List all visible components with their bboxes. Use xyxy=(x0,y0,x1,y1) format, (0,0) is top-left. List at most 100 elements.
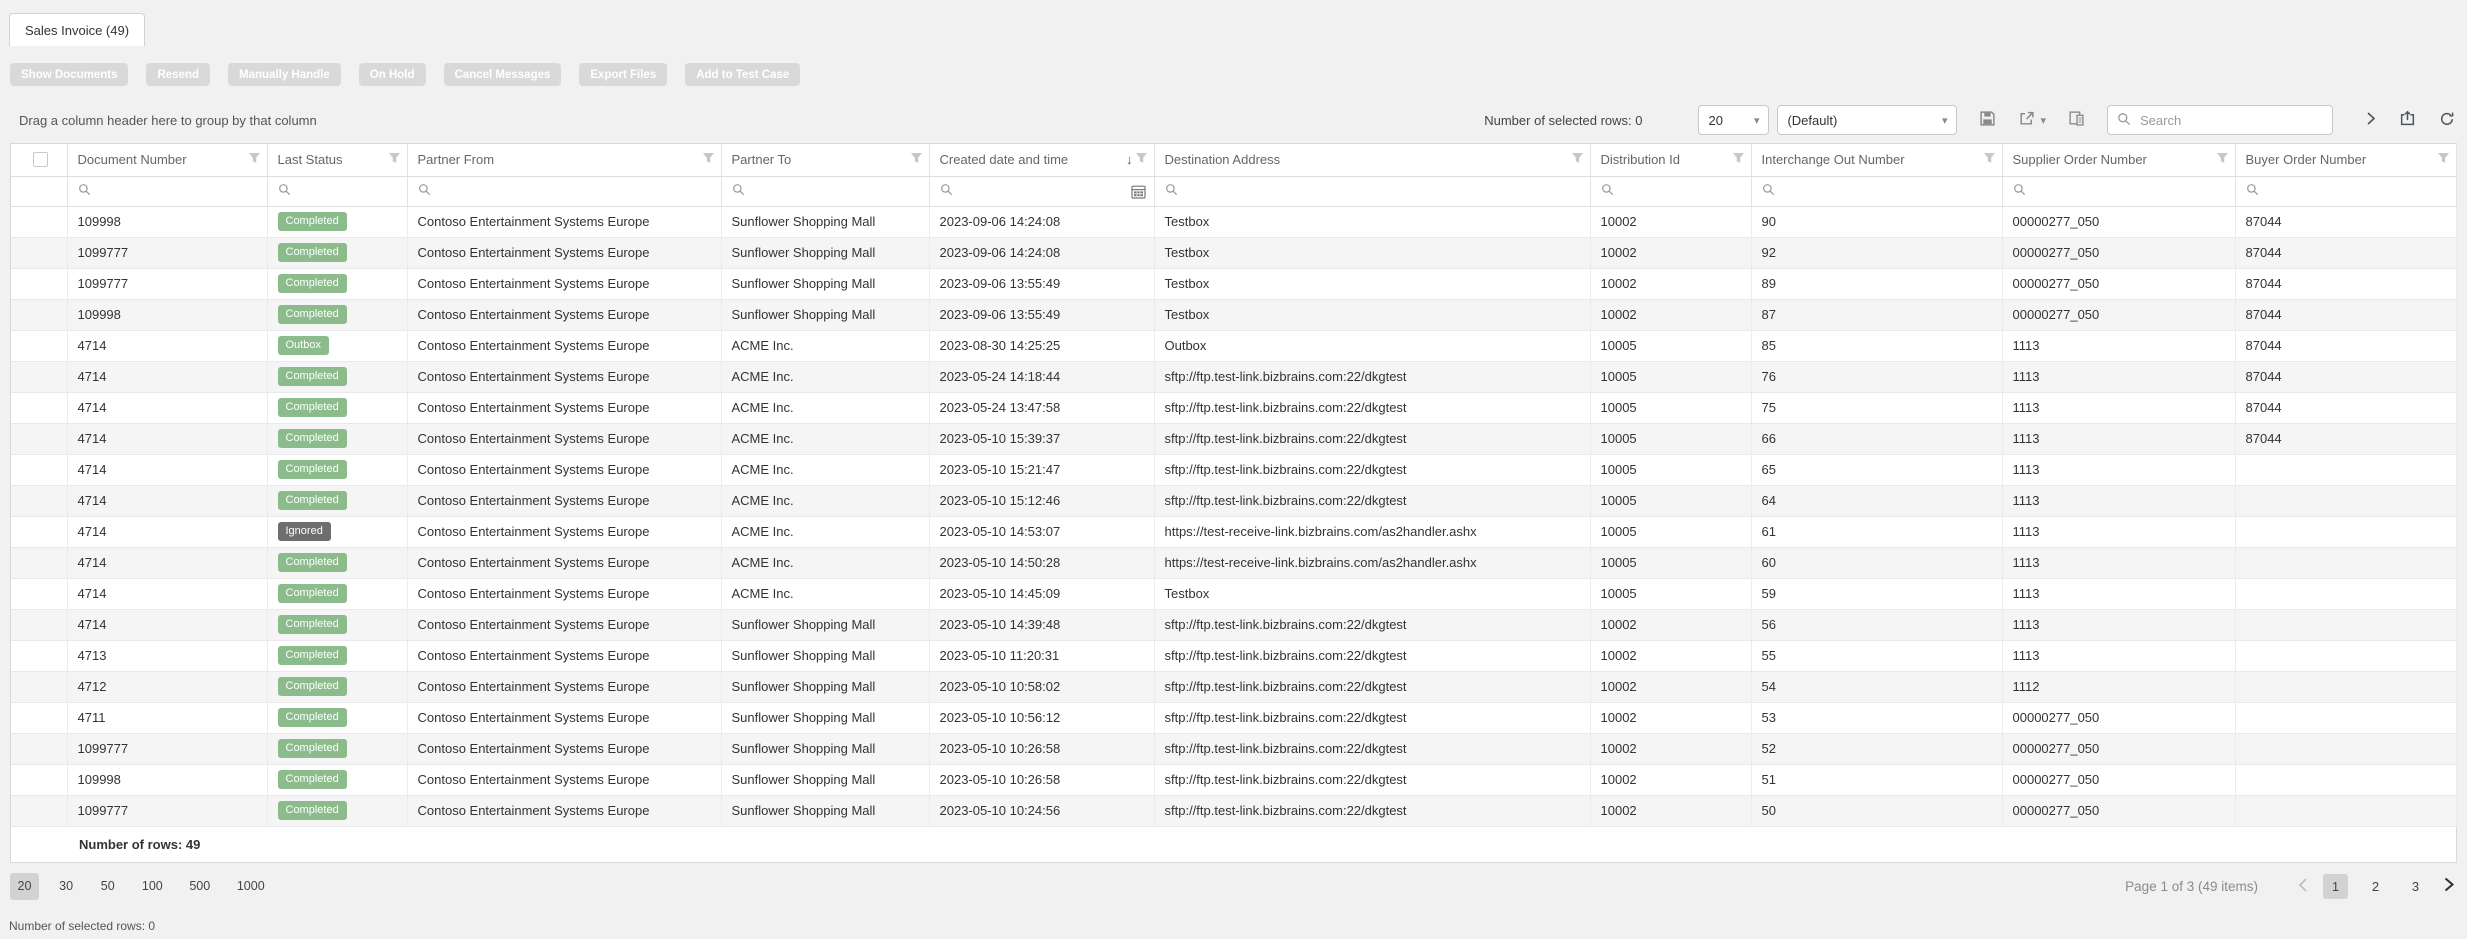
column-header-created-date[interactable]: Created date and time↓ xyxy=(929,144,1154,176)
table-row[interactable]: 4714OutboxContoso Entertainment Systems … xyxy=(11,330,2456,361)
page-size-button-30[interactable]: 30 xyxy=(52,873,81,900)
filter-input-destination-address[interactable] xyxy=(1184,183,1582,200)
select-all-checkbox[interactable] xyxy=(33,152,48,167)
filter-input-document-number[interactable] xyxy=(97,183,259,200)
row-select-cell[interactable] xyxy=(11,299,67,330)
filter-funnel-icon[interactable] xyxy=(388,152,401,167)
table-row[interactable]: 1099777CompletedContoso Entertainment Sy… xyxy=(11,795,2456,826)
column-header-last-status[interactable]: Last Status xyxy=(267,144,407,176)
page-size-button-100[interactable]: 100 xyxy=(135,873,170,900)
row-select-cell[interactable] xyxy=(11,764,67,795)
filter-input-interchange-out-number[interactable] xyxy=(1781,183,1994,200)
search-input[interactable] xyxy=(2138,112,2323,129)
row-select-cell[interactable] xyxy=(11,423,67,454)
tab-sales-invoice[interactable]: Sales Invoice (49) xyxy=(9,13,145,46)
filter-funnel-icon[interactable] xyxy=(1571,152,1584,167)
table-row[interactable]: 4711CompletedContoso Entertainment Syste… xyxy=(11,702,2456,733)
row-select-cell[interactable] xyxy=(11,547,67,578)
filter-cell-distribution-id[interactable] xyxy=(1590,176,1751,206)
column-header-partner-from[interactable]: Partner From xyxy=(407,144,721,176)
row-select-cell[interactable] xyxy=(11,485,67,516)
export-button[interactable]: ▾ xyxy=(2018,110,2046,130)
add-to-test-case-button[interactable]: Add to Test Case xyxy=(685,63,800,86)
save-layout-button[interactable] xyxy=(1979,110,1996,130)
row-select-cell[interactable] xyxy=(11,702,67,733)
on-hold-button[interactable]: On Hold xyxy=(359,63,426,86)
table-row[interactable]: 4714CompletedContoso Entertainment Syste… xyxy=(11,485,2456,516)
table-row[interactable]: 4714CompletedContoso Entertainment Syste… xyxy=(11,609,2456,640)
filter-cell-last-status[interactable] xyxy=(267,176,407,206)
filter-input-partner-to[interactable] xyxy=(751,183,921,200)
filter-cell-partner-to[interactable] xyxy=(721,176,929,206)
filter-funnel-icon[interactable] xyxy=(1983,152,1996,167)
filter-cell-created-date[interactable] xyxy=(929,176,1154,206)
table-row[interactable]: 4714CompletedContoso Entertainment Syste… xyxy=(11,361,2456,392)
filter-input-created-date[interactable] xyxy=(959,183,1125,200)
column-header-distribution-id[interactable]: Distribution Id xyxy=(1590,144,1751,176)
row-select-cell[interactable] xyxy=(11,516,67,547)
table-row[interactable]: 4714CompletedContoso Entertainment Syste… xyxy=(11,423,2456,454)
column-header-partner-to[interactable]: Partner To xyxy=(721,144,929,176)
page-size-button-20[interactable]: 20 xyxy=(10,873,39,900)
table-row[interactable]: 109998CompletedContoso Entertainment Sys… xyxy=(11,206,2456,237)
next-page-button[interactable] xyxy=(2443,876,2455,896)
export-files-button[interactable]: Export Files xyxy=(579,63,667,86)
filter-funnel-icon[interactable] xyxy=(702,152,715,167)
filter-funnel-icon[interactable] xyxy=(1135,152,1148,167)
table-row[interactable]: 109998CompletedContoso Entertainment Sys… xyxy=(11,299,2456,330)
filter-cell-buyer-order-number[interactable] xyxy=(2235,176,2456,206)
filter-input-buyer-order-number[interactable] xyxy=(2265,183,2448,200)
row-select-cell[interactable] xyxy=(11,733,67,764)
table-row[interactable]: 1099777CompletedContoso Entertainment Sy… xyxy=(11,237,2456,268)
cancel-messages-button[interactable]: Cancel Messages xyxy=(444,63,562,86)
page-button-1[interactable]: 1 xyxy=(2323,874,2348,899)
calendar-icon[interactable] xyxy=(1131,184,1146,199)
table-row[interactable]: 1099777CompletedContoso Entertainment Sy… xyxy=(11,733,2456,764)
row-select-cell[interactable] xyxy=(11,671,67,702)
filter-input-supplier-order-number[interactable] xyxy=(2032,183,2227,200)
filter-cell-interchange-out-number[interactable] xyxy=(1751,176,2002,206)
filter-funnel-icon[interactable] xyxy=(2216,152,2229,167)
filter-cell-supplier-order-number[interactable] xyxy=(2002,176,2235,206)
row-select-cell[interactable] xyxy=(11,206,67,237)
page-size-button-1000[interactable]: 1000 xyxy=(230,873,272,900)
table-row[interactable]: 4714CompletedContoso Entertainment Syste… xyxy=(11,547,2456,578)
filter-funnel-icon[interactable] xyxy=(1732,152,1745,167)
page-size-button-500[interactable]: 500 xyxy=(182,873,217,900)
filter-cell-partner-from[interactable] xyxy=(407,176,721,206)
filter-cell-document-number[interactable] xyxy=(67,176,267,206)
filter-cell-destination-address[interactable] xyxy=(1154,176,1590,206)
table-row[interactable]: 4712CompletedContoso Entertainment Syste… xyxy=(11,671,2456,702)
page-size-dropdown[interactable]: 20 ▾ xyxy=(1698,105,1769,135)
column-header-destination-address[interactable]: Destination Address xyxy=(1154,144,1590,176)
column-header-buyer-order-number[interactable]: Buyer Order Number xyxy=(2235,144,2456,176)
table-row[interactable]: 4713CompletedContoso Entertainment Syste… xyxy=(11,640,2456,671)
page-button-2[interactable]: 2 xyxy=(2363,874,2388,899)
column-header-interchange-out-number[interactable]: Interchange Out Number xyxy=(1751,144,2002,176)
refresh-button[interactable] xyxy=(2439,111,2455,130)
table-row[interactable]: 4714CompletedContoso Entertainment Syste… xyxy=(11,578,2456,609)
resend-button[interactable]: Resend xyxy=(146,63,210,86)
filter-funnel-icon[interactable] xyxy=(248,152,261,167)
search-box[interactable] xyxy=(2107,105,2333,135)
table-row[interactable]: 4714CompletedContoso Entertainment Syste… xyxy=(11,454,2456,485)
table-row[interactable]: 4714CompletedContoso Entertainment Syste… xyxy=(11,392,2456,423)
filter-funnel-icon[interactable] xyxy=(910,152,923,167)
row-select-cell[interactable] xyxy=(11,578,67,609)
table-row[interactable]: 4714IgnoredContoso Entertainment Systems… xyxy=(11,516,2456,547)
table-row[interactable]: 109998CompletedContoso Entertainment Sys… xyxy=(11,764,2456,795)
filter-input-distribution-id[interactable] xyxy=(1620,183,1743,200)
row-select-cell[interactable] xyxy=(11,609,67,640)
column-chooser-button[interactable] xyxy=(2068,110,2085,130)
export-grid-button[interactable] xyxy=(2399,110,2416,130)
filter-input-partner-from[interactable] xyxy=(437,183,713,200)
show-documents-button[interactable]: Show Documents xyxy=(10,63,128,86)
row-select-cell[interactable] xyxy=(11,268,67,299)
row-select-cell[interactable] xyxy=(11,237,67,268)
row-select-cell[interactable] xyxy=(11,392,67,423)
table-row[interactable]: 1099777CompletedContoso Entertainment Sy… xyxy=(11,268,2456,299)
expand-panel-button[interactable] xyxy=(2366,111,2376,129)
row-select-cell[interactable] xyxy=(11,361,67,392)
column-header-supplier-order-number[interactable]: Supplier Order Number xyxy=(2002,144,2235,176)
manually-handle-button[interactable]: Manually Handle xyxy=(228,63,341,86)
